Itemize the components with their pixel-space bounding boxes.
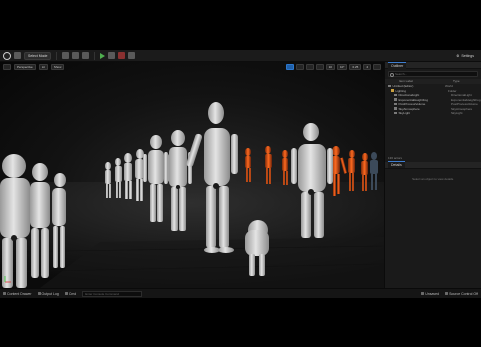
status-bar: Content Drawer Output Log Cmd Enter Cons… — [0, 288, 481, 298]
scale-icon[interactable] — [305, 63, 314, 70]
volume-icon — [394, 102, 397, 106]
item-name: Lighting — [395, 88, 407, 93]
output-log-button[interactable]: Output Log — [37, 291, 59, 296]
toolbar-divider — [94, 51, 96, 60]
item-name: SkyLight — [398, 111, 411, 115]
editor-window: Select Mode ⚙ Settings Perspective Lit S… — [0, 50, 481, 298]
source-control-button[interactable]: Source Control Off — [445, 292, 478, 296]
item-name: SkyAtmosphere — [398, 106, 420, 111]
cmd-dropdown[interactable]: Cmd — [64, 291, 77, 296]
console-placeholder: Enter Console Command — [85, 291, 119, 296]
angle-snap-text: 10° — [339, 64, 345, 69]
play-icon[interactable] — [100, 52, 106, 59]
outliner-header: Outliner — [385, 61, 481, 69]
details-tab-label: Details — [391, 163, 402, 167]
details-header: Details — [385, 161, 481, 169]
show-label: Show — [53, 64, 62, 69]
viewport-toolbar: Perspective Lit Show 10 10° 0.25 4 — [0, 62, 384, 71]
outliner-tab-label: Outliner — [391, 63, 404, 68]
actor-count: 136 actors — [388, 155, 403, 160]
world-space-icon[interactable] — [315, 63, 324, 70]
scale-snap-value[interactable]: 0.25 — [349, 63, 362, 70]
select-mode-label: Select Mode — [28, 53, 48, 58]
unsaved-label: Unsaved — [425, 291, 440, 296]
world-icon — [388, 84, 391, 88]
terminal-icon — [64, 292, 68, 295]
scale-snap-text: 0.25 — [352, 64, 359, 69]
level-viewport[interactable]: Perspective Lit Show 10 10° 0.25 4 — [0, 62, 384, 288]
settings-button[interactable]: ⚙ Settings — [453, 52, 477, 60]
select-mode-dropdown[interactable]: Select Mode — [24, 51, 52, 60]
pause-icon[interactable] — [108, 52, 116, 59]
lit-label: Lit — [41, 64, 45, 69]
source-control-label: Source Control Off — [449, 291, 478, 296]
outliner-search-placeholder: Search... — [395, 72, 408, 76]
right-panel: Outliner Search... Item Label Type Untit… — [384, 61, 481, 288]
viewport-scene — [0, 102, 384, 288]
show-button[interactable]: Show — [50, 63, 65, 70]
item-name: ExponentialHeightFog — [398, 97, 429, 102]
tab-outliner[interactable]: Outliner — [388, 61, 407, 69]
viewport-transform-tools: 10 10° 0.25 4 — [285, 63, 381, 70]
translate-icon[interactable] — [285, 63, 294, 70]
tab-details[interactable]: Details — [388, 161, 405, 168]
unreal-logo-icon[interactable] — [3, 51, 11, 60]
main-toolbar: Select Mode ⚙ Settings — [0, 50, 481, 62]
item-type: SkyLight — [451, 111, 463, 115]
outliner-spacer — [385, 116, 481, 154]
rotate-icon[interactable] — [295, 63, 304, 70]
maximize-icon[interactable] — [373, 63, 381, 70]
add-content-icon[interactable] — [62, 52, 70, 59]
unsaved-icon — [421, 292, 425, 295]
angle-snap-value[interactable]: 10° — [336, 63, 348, 70]
light-icon — [394, 93, 397, 97]
details-empty-text: Select an object to view details. — [412, 176, 454, 181]
grid-snap-value[interactable]: 10 — [325, 63, 335, 70]
camera-speed-text: 4 — [366, 64, 368, 69]
platforms-icon[interactable] — [128, 52, 136, 59]
source-control-icon — [445, 292, 449, 295]
fog-icon — [394, 98, 397, 101]
item-name: DirectionalLight — [398, 93, 420, 97]
item-name: Untitled (Editor) — [392, 84, 414, 88]
folder-icon — [391, 89, 394, 92]
white-mannequins-left — [0, 154, 66, 288]
blueprint-icon[interactable] — [72, 52, 80, 59]
skylight-icon — [394, 111, 397, 115]
cmd-label: Cmd — [68, 291, 77, 296]
stop-icon[interactable] — [118, 52, 126, 59]
output-log-label: Output Log — [41, 291, 59, 296]
col-type[interactable]: Type — [453, 79, 460, 84]
grid-snap-text: 10 — [328, 64, 332, 69]
console-command-input[interactable]: Enter Console Command — [82, 290, 143, 297]
lit-button[interactable]: Lit — [38, 63, 48, 70]
toolbar-divider — [56, 51, 58, 60]
content-drawer-label: Content Drawer — [7, 291, 32, 296]
cinematics-icon[interactable] — [82, 52, 90, 59]
outliner-list: Untitled (Editor) World Lighting Folder Di… — [385, 84, 481, 116]
perspective-button[interactable]: Perspective — [14, 63, 36, 70]
unsaved-button[interactable]: Unsaved — [421, 292, 439, 296]
status-right: Unsaved Source Control Off — [421, 292, 478, 296]
content-drawer-button[interactable]: Content Drawer — [3, 292, 32, 296]
camera-speed-value[interactable]: 4 — [363, 63, 371, 70]
drawer-icon — [3, 292, 6, 295]
outliner-search-input[interactable]: Search... — [388, 71, 478, 77]
log-icon — [37, 292, 41, 295]
settings-label: Settings — [461, 53, 474, 58]
item-name: PostProcessVolume — [398, 102, 426, 106]
perspective-label: Perspective — [17, 64, 33, 69]
viewport-menu-button[interactable] — [3, 63, 11, 70]
save-icon[interactable] — [14, 52, 21, 59]
sky-icon — [394, 107, 397, 110]
gear-icon: ⚙ — [456, 53, 460, 58]
